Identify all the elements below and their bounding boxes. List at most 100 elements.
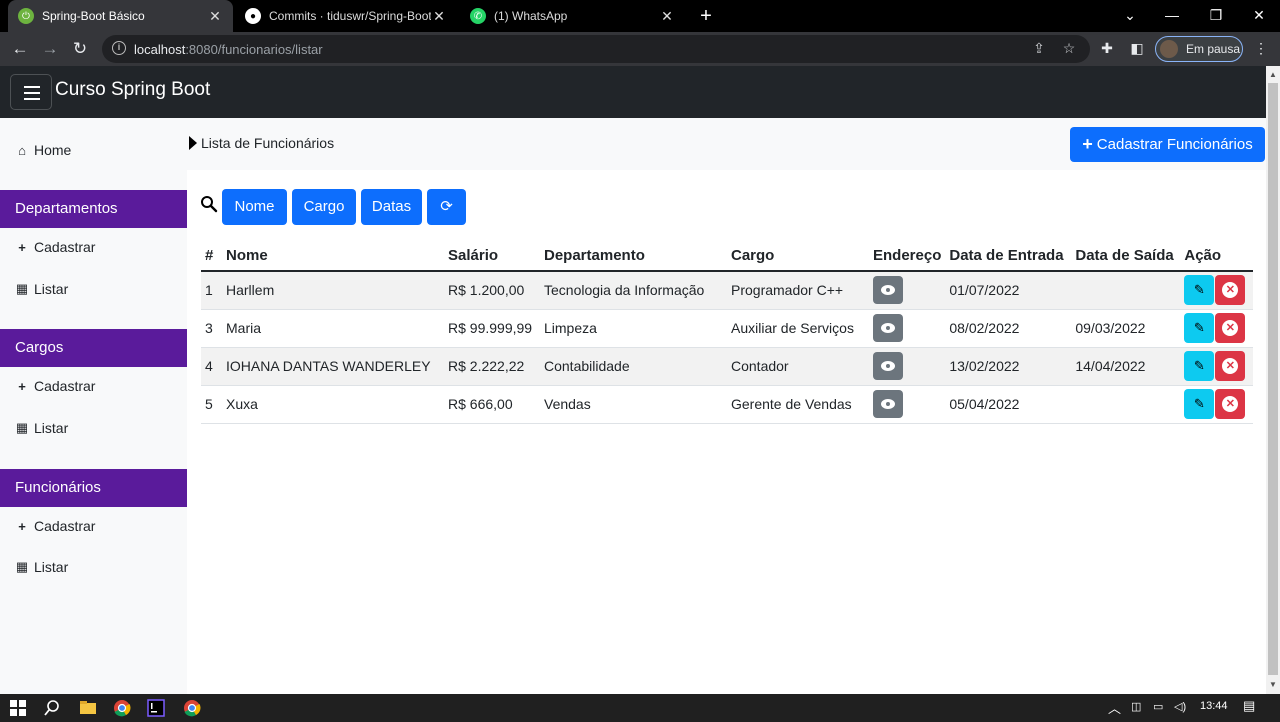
cell-cargo: Contador xyxy=(727,347,869,386)
restore-button[interactable]: ❐ xyxy=(1194,0,1238,32)
tab-search-button[interactable]: ⌄ xyxy=(1108,0,1152,32)
page-scrollbar[interactable]: ▲ ▼ xyxy=(1266,66,1280,694)
menu-toggle-button[interactable] xyxy=(10,74,52,110)
windows-start-icon[interactable] xyxy=(8,698,28,718)
tab-title: Commits · tiduswr/Spring-Boot_ xyxy=(269,9,431,23)
chrome-icon[interactable] xyxy=(112,698,132,718)
scroll-up-icon[interactable]: ▲ xyxy=(1269,70,1277,79)
delete-icon: ✕ xyxy=(1222,282,1239,299)
page-header-bar: Lista de Funcionários + Cadastrar Funcio… xyxy=(187,118,1266,170)
refresh-filter-button[interactable]: ⟳ xyxy=(427,189,466,225)
delete-button[interactable]: ✕ xyxy=(1215,313,1246,343)
cell-id: 5 xyxy=(201,385,222,424)
edit-button[interactable]: ✎ xyxy=(1184,351,1215,381)
view-address-button[interactable] xyxy=(873,390,903,418)
browser-toolbar: ← → ↻ i localhost:8080/funcionarios/list… xyxy=(0,32,1280,66)
filter-cargo-button[interactable]: Cargo xyxy=(292,189,356,225)
cell-endereco xyxy=(869,347,946,386)
delete-button[interactable]: ✕ xyxy=(1215,389,1246,419)
cell-salario: R$ 2.222,22 xyxy=(444,347,540,386)
cell-acao: ✎ ✕ xyxy=(1180,271,1253,310)
view-address-button[interactable] xyxy=(873,352,903,380)
tab-title: Spring-Boot Básico xyxy=(42,9,145,23)
col-salario-header: Salário xyxy=(444,240,540,272)
delete-button[interactable]: ✕ xyxy=(1215,275,1246,306)
delete-icon: ✕ xyxy=(1222,320,1239,336)
reload-button[interactable]: ↻ xyxy=(68,37,92,61)
sidebar-item-funcionarios-listar[interactable]: ▦ Listar xyxy=(14,559,68,575)
address-bar[interactable]: i localhost:8080/funcionarios/listar ⇪ ☆ xyxy=(102,35,1090,63)
tab-spring-boot[interactable]: ⏻ Spring-Boot Básico ✕ xyxy=(8,0,233,32)
notifications-icon[interactable]: ▤ xyxy=(1243,698,1255,714)
sidebar-item-cargos-cadastrar[interactable]: + Cadastrar xyxy=(14,378,95,394)
scroll-down-icon[interactable]: ▼ xyxy=(1269,680,1277,689)
app-navbar: Curso Spring Boot xyxy=(0,66,1266,118)
taskbar-search-icon[interactable] xyxy=(42,698,62,718)
share-icon[interactable]: ⇪ xyxy=(1030,40,1048,58)
tab-github-commits[interactable]: ● Commits · tiduswr/Spring-Boot_ ✕ xyxy=(235,0,457,32)
cell-salario: R$ 666,00 xyxy=(444,385,540,424)
tab-whatsapp[interactable]: ✆ (1) WhatsApp ✕ xyxy=(460,0,685,32)
cell-departamento: Vendas xyxy=(540,385,727,424)
brush-icon: ✎ xyxy=(1193,320,1205,335)
cell-departamento: Contabilidade xyxy=(540,347,727,386)
table-row: 5 Xuxa R$ 666,00 Vendas Gerente de Venda… xyxy=(201,385,1253,424)
browser-menu-icon[interactable]: ⋮ xyxy=(1252,40,1270,58)
table-header-row: # Nome Salário Departamento Cargo Endere… xyxy=(201,240,1253,272)
sidebar-item-label: Cadastrar xyxy=(34,239,96,255)
edit-button[interactable]: ✎ xyxy=(1184,313,1215,343)
scrollbar-thumb[interactable] xyxy=(1268,83,1278,675)
delete-button[interactable]: ✕ xyxy=(1215,351,1246,381)
sidebar-item-departamentos-cadastrar[interactable]: + Cadastrar xyxy=(14,239,95,255)
sidebar-item-label: Listar xyxy=(34,281,69,297)
minimize-button[interactable]: — xyxy=(1150,0,1194,32)
show-hidden-icons[interactable]: ︿ xyxy=(1108,698,1121,717)
webcam-icon[interactable]: ◫ xyxy=(1131,700,1141,713)
extensions-icon[interactable]: ✚ xyxy=(1098,40,1116,58)
view-address-button[interactable] xyxy=(873,314,903,342)
sidebar-item-departamentos-listar[interactable]: ▦ Listar xyxy=(14,281,68,297)
filter-datas-button[interactable]: Datas xyxy=(361,189,422,225)
sidebar-item-funcionarios-cadastrar[interactable]: + Cadastrar xyxy=(14,518,95,534)
sidebar-section-funcionarios: Funcionários xyxy=(0,469,187,507)
edit-button[interactable]: ✎ xyxy=(1184,389,1215,419)
network-icon[interactable]: ▭ xyxy=(1153,700,1163,713)
file-explorer-icon[interactable] xyxy=(78,698,98,718)
filter-nome-button[interactable]: Nome xyxy=(222,189,287,225)
forward-button[interactable]: → xyxy=(38,37,62,61)
cell-endereco xyxy=(869,309,946,348)
delete-icon: ✕ xyxy=(1222,358,1239,374)
url-text: localhost:8080/funcionarios/listar xyxy=(134,42,323,57)
col-entrada-header: Data de Entrada xyxy=(945,240,1072,272)
close-window-button[interactable]: ✕ xyxy=(1237,0,1280,32)
sidebar-item-home[interactable]: ⌂ Home xyxy=(14,142,71,158)
site-info-icon[interactable]: i xyxy=(112,41,126,55)
sidebar-item-label: Home xyxy=(34,142,72,158)
sidebar-section-cargos: Cargos xyxy=(0,329,187,367)
tab-close-icon[interactable]: ✕ xyxy=(659,8,675,25)
chrome-active-icon[interactable] xyxy=(182,698,202,718)
intellij-icon[interactable] xyxy=(146,698,166,718)
volume-icon[interactable]: ◁) xyxy=(1174,700,1186,713)
add-funcionario-button[interactable]: + Cadastrar Funcionários xyxy=(1070,127,1265,162)
table-icon: ▦ xyxy=(15,281,29,296)
side-panel-icon[interactable]: ◧ xyxy=(1128,40,1146,58)
whatsapp-icon: ✆ xyxy=(470,8,486,24)
app-brand[interactable]: Curso Spring Boot xyxy=(55,79,210,101)
funcionarios-table: # Nome Salário Departamento Cargo Endere… xyxy=(201,240,1253,424)
clock[interactable]: 13:44 xyxy=(1200,700,1228,712)
profile-button[interactable]: Em pausa xyxy=(1155,36,1243,62)
new-tab-button[interactable]: + xyxy=(694,4,718,28)
cell-id: 3 xyxy=(201,309,222,348)
back-button[interactable]: ← xyxy=(8,37,32,61)
bookmark-star-icon[interactable]: ☆ xyxy=(1060,40,1078,58)
tab-close-icon[interactable]: ✕ xyxy=(431,8,447,25)
tab-close-icon[interactable]: ✕ xyxy=(207,8,223,25)
cell-entrada: 08/02/2022 xyxy=(945,309,1072,348)
cell-cargo: Auxiliar de Serviços xyxy=(727,309,869,348)
edit-button[interactable]: ✎ xyxy=(1184,275,1215,306)
sidebar-item-cargos-listar[interactable]: ▦ Listar xyxy=(14,420,68,436)
view-address-button[interactable] xyxy=(873,276,903,305)
brush-icon: ✎ xyxy=(1193,358,1205,373)
cell-salario: R$ 99.999,99 xyxy=(444,309,540,348)
